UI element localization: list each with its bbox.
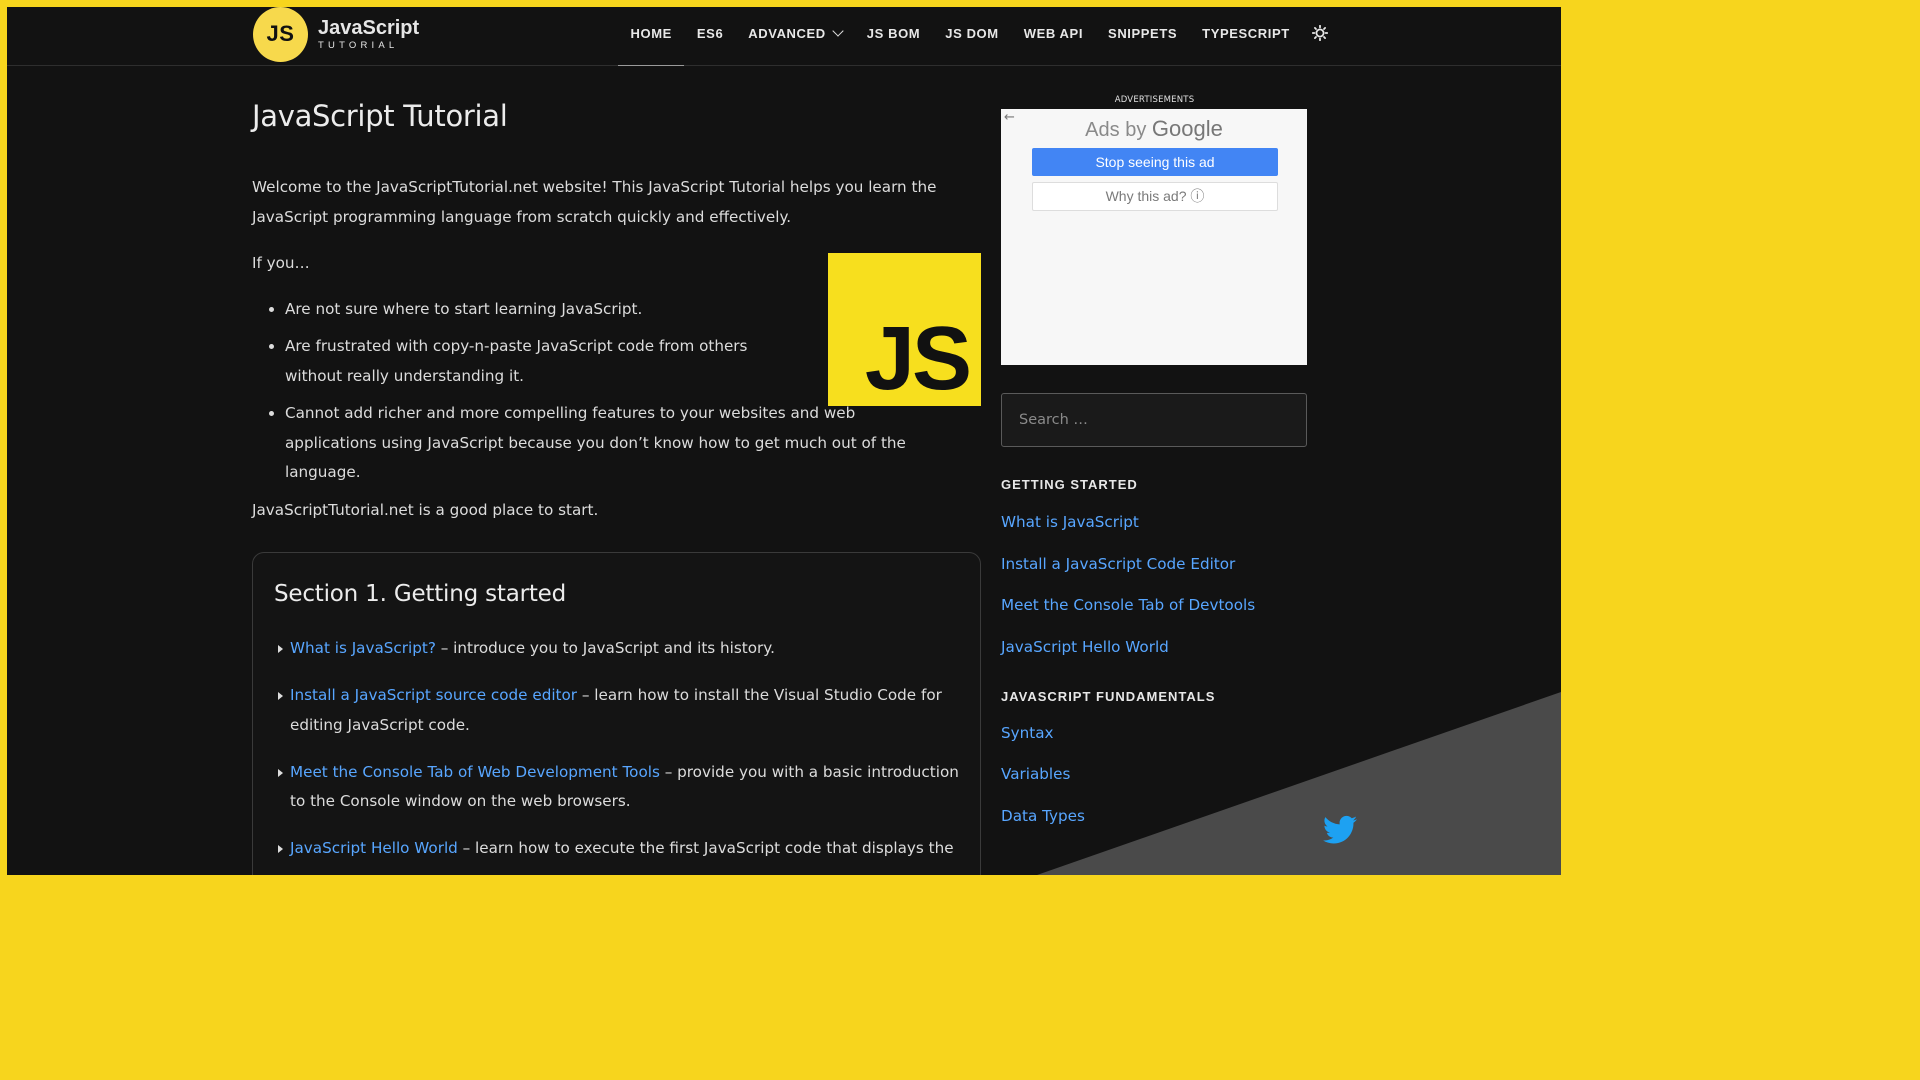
section-link[interactable]: Meet the Console Tab of Web Development … (290, 763, 660, 781)
section-getting-started: Section 1. Getting started What is JavaS… (252, 552, 981, 875)
ads-label: ADVERTISEMENTS (1114, 95, 1195, 105)
logo-title: JavaScript (318, 16, 420, 39)
sidebar-link[interactable]: JavaScript Hello World (1001, 638, 1169, 656)
logo-text: JavaScript TUTORIAL (318, 18, 419, 51)
list-item: Meet the Console Tab of Devtools (1001, 596, 1308, 638)
nav-item-typescript[interactable]: TYPESCRIPT (1190, 7, 1303, 66)
list-item: What is JavaScript (1001, 513, 1308, 555)
site-logo[interactable]: JS JavaScript TUTORIAL (253, 7, 419, 62)
page-frame: JS JavaScript TUTORIAL HOME ES6 ADVANCED… (7, 7, 1561, 875)
section-desc: – introduce you to JavaScript and its hi… (435, 639, 775, 657)
list-item: Cannot add richer and more compelling fe… (285, 399, 920, 488)
nav-item-advanced-label: ADVANCED (748, 26, 826, 41)
logo-badge: JS (253, 7, 308, 62)
ad-title-prefix: Ads by (1085, 119, 1152, 141)
intro-paragraph: Welcome to the JavaScriptTutorial.net we… (252, 178, 937, 226)
list-item: Variables (1001, 765, 1308, 807)
nav-item-advanced[interactable]: ADVANCED (736, 7, 855, 66)
section-item: Meet the Console Tab of Web Development … (274, 758, 964, 817)
getting-started-list: What is JavaScript Install a JavaScript … (1001, 513, 1308, 680)
sidebar: ADVERTISEMENTS ← Ads by Google Stop seei… (1001, 66, 1308, 849)
sidebar-link[interactable]: Install a JavaScript Code Editor (1001, 555, 1235, 573)
nav-item-js-dom[interactable]: JS DOM (933, 7, 1011, 66)
list-item: Install a JavaScript Code Editor (1001, 555, 1308, 597)
section-desc: – learn how to execute the first JavaScr… (457, 839, 954, 857)
back-arrow-icon[interactable]: ← (1004, 110, 1015, 125)
main-content: JavaScript Tutorial Welcome to the JavaS… (252, 66, 982, 875)
sidebar-link[interactable]: Data Types (1001, 807, 1085, 825)
list-item: JavaScript Hello World (1001, 638, 1308, 680)
list-item: Syntax (1001, 724, 1308, 766)
section-title: Section 1. Getting started (274, 581, 567, 607)
js-logo-text: JS (864, 309, 972, 409)
chevron-down-icon (832, 25, 844, 37)
sidebar-link[interactable]: Syntax (1001, 724, 1054, 742)
list-item: Data Types (1001, 807, 1308, 849)
list-item: Are not sure where to start learning Jav… (285, 295, 795, 325)
fundamentals-list: Syntax Variables Data Types (1001, 724, 1308, 849)
twitter-icon[interactable] (1323, 815, 1357, 845)
section-link[interactable]: JavaScript Hello World (290, 839, 458, 857)
js-logo-image: JS (828, 253, 981, 406)
sidebar-link[interactable]: Variables (1001, 765, 1070, 783)
section-item: JavaScript Hello World – learn how to ex… (274, 834, 964, 864)
nav-item-web-api[interactable]: WEB API (1011, 7, 1095, 66)
main-nav: HOME ES6 ADVANCED JS BOM JS DOM WEB API … (618, 7, 1338, 66)
ad-box: ← Ads by Google Stop seeing this ad Why … (1001, 109, 1307, 365)
stop-seeing-ad-button[interactable]: Stop seeing this ad (1032, 148, 1278, 176)
good-place-paragraph: JavaScriptTutorial.net is a good place t… (252, 500, 599, 519)
nav-item-js-bom[interactable]: JS BOM (854, 7, 932, 66)
why-this-ad-button[interactable]: Why this ad? ⓘ (1032, 182, 1278, 211)
nav-item-es6[interactable]: ES6 (684, 7, 735, 66)
theme-toggle-button[interactable] (1302, 7, 1338, 66)
getting-started-heading: GETTING STARTED (1001, 477, 1138, 492)
section-link[interactable]: What is JavaScript? (290, 639, 436, 657)
page-title: JavaScript Tutorial (252, 99, 508, 133)
logo-subtitle: TUTORIAL (318, 39, 399, 51)
section-link[interactable]: Install a JavaScript source code editor (290, 686, 577, 704)
sun-icon (1312, 24, 1329, 41)
section-list: What is JavaScript? – introduce you to J… (274, 634, 980, 864)
ad-title-brand: Google (1151, 116, 1223, 141)
section-item: Install a JavaScript source code editor … (274, 681, 964, 740)
search-input[interactable] (1001, 393, 1307, 447)
sidebar-link[interactable]: What is JavaScript (1001, 513, 1139, 531)
ad-title: Ads by Google (1001, 109, 1307, 142)
nav-item-snippets[interactable]: SNIPPETS (1096, 7, 1190, 66)
section-item: What is JavaScript? – introduce you to J… (274, 634, 964, 664)
nav-item-home[interactable]: HOME (618, 7, 685, 66)
site-header: JS JavaScript TUTORIAL HOME ES6 ADVANCED… (7, 7, 1561, 66)
sidebar-link[interactable]: Meet the Console Tab of Devtools (1001, 596, 1255, 614)
fundamentals-heading: JAVASCRIPT FUNDAMENTALS (1001, 688, 1216, 704)
list-item: Are frustrated with copy-n-paste JavaScr… (285, 332, 795, 391)
